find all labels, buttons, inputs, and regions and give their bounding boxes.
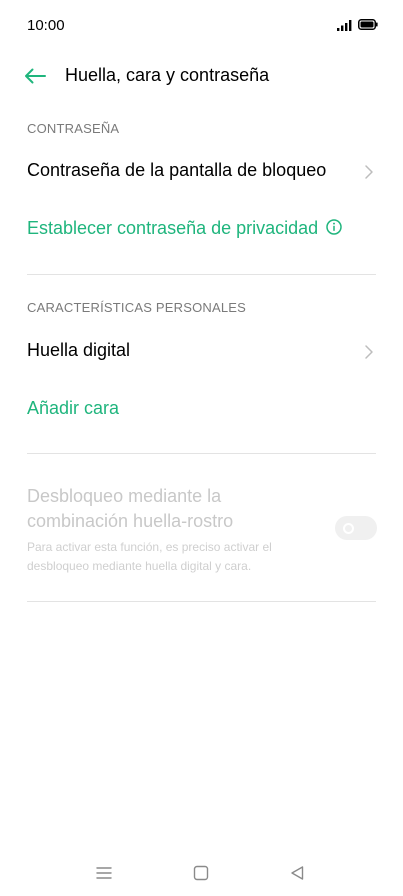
navigation-bar (0, 850, 403, 896)
toggle-knob (343, 523, 354, 534)
combo-unlock-description: Para activar esta función, es preciso ac… (27, 540, 272, 573)
fingerprint-item[interactable]: Huella digital (0, 328, 403, 376)
recent-apps-button[interactable] (93, 862, 115, 884)
combo-unlock-item: Desbloqueo mediante la combinación huell… (0, 482, 403, 582)
privacy-password-label: Establecer contraseña de privacidad (27, 218, 319, 238)
section-divider (27, 274, 376, 275)
home-button[interactable] (190, 862, 212, 884)
section-divider (27, 601, 376, 602)
signal-icon (337, 20, 352, 31)
section-label-personal: CARACTERÍSTICAS PERSONALES (27, 300, 247, 315)
back-button[interactable] (22, 63, 48, 89)
battery-icon (358, 19, 378, 30)
chevron-right-icon (365, 165, 373, 179)
add-face-item[interactable]: Añadir cara (0, 386, 403, 434)
arrow-left-icon (25, 68, 46, 84)
fingerprint-label: Huella digital (27, 340, 131, 360)
section-divider (27, 453, 376, 454)
combo-unlock-title: Desbloqueo mediante la combinación huell… (27, 486, 234, 531)
lock-screen-password-label: Contraseña de la pantalla de bloqueo (27, 160, 327, 180)
nav-back-button[interactable] (286, 862, 308, 884)
privacy-password-row: Establecer contraseña de privacidad (27, 218, 342, 239)
status-time: 10:00 (27, 17, 65, 34)
menu-icon (96, 867, 112, 879)
lock-screen-password-item[interactable]: Contraseña de la pantalla de bloqueo (0, 148, 403, 196)
app-header: Huella, cara y contraseña (0, 54, 403, 98)
privacy-password-item[interactable]: Establecer contraseña de privacidad (0, 206, 403, 254)
status-bar: 10:00 (0, 0, 403, 50)
combo-unlock-toggle[interactable] (335, 516, 377, 540)
page-title: Huella, cara y contraseña (65, 65, 270, 85)
add-face-label: Añadir cara (27, 398, 120, 418)
chevron-right-icon (365, 345, 373, 359)
home-icon (193, 865, 209, 881)
section-label-password: CONTRASEÑA (27, 121, 120, 136)
info-icon[interactable] (326, 219, 342, 235)
back-triangle-icon (291, 866, 304, 880)
